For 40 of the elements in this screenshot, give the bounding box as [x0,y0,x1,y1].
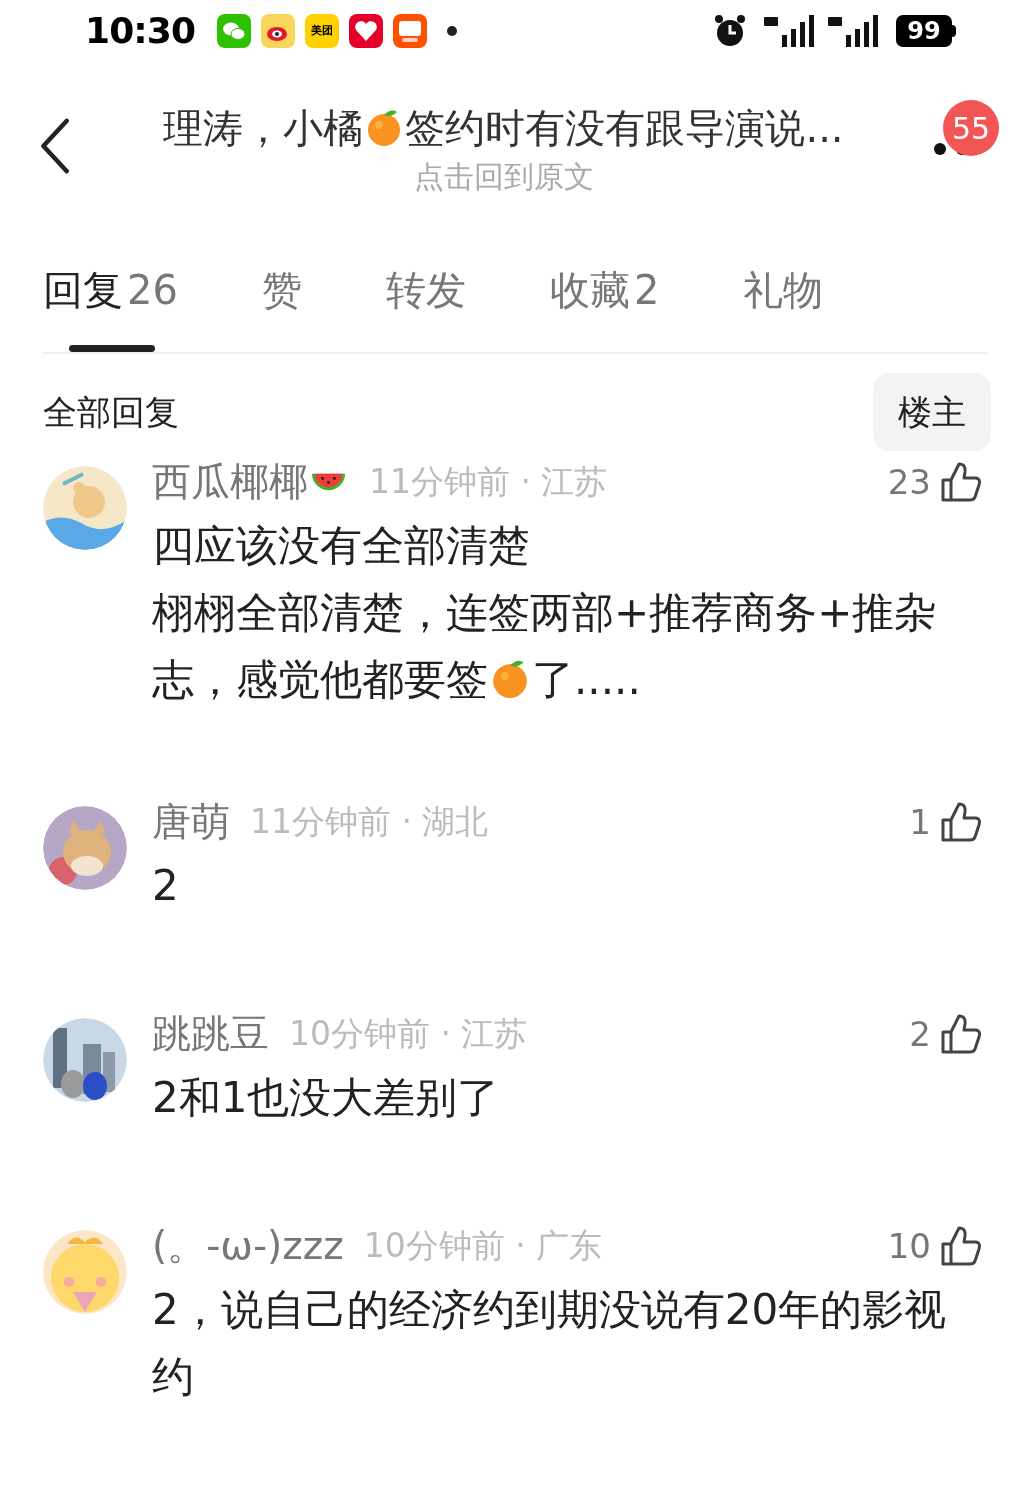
comment-meta: 11分钟前 · 江苏 [369,461,608,504]
shopping-app-icon [393,14,428,48]
tab[interactable]: 转发 [385,258,466,352]
comment-text: 2 [152,860,180,912]
back-to-post-link[interactable]: 点击回到原文 [413,154,594,199]
dot-icon [447,26,458,36]
thumbs-up-icon[interactable] [939,800,983,844]
tab[interactable]: 礼物 [743,258,824,352]
clock-time: 10:30 [85,9,196,53]
like-count: 2 [909,1012,931,1056]
post-title[interactable]: 理涛，小橘 签约时有没有跟导演说... [163,102,844,154]
comment-meta: 10分钟前 · 广东 [363,1225,603,1268]
app-icon: 美团 [305,14,340,48]
heart-app-icon [349,14,384,48]
section-heading: 全部回复 [43,390,179,434]
user-name[interactable]: 西瓜椰椰 [152,452,349,512]
user-name[interactable]: 跳跳豆 [152,1004,269,1064]
like-count: 23 [887,460,931,504]
tab[interactable]: 赞 [261,258,302,352]
eye-app-icon [261,14,296,48]
thumbs-up-icon[interactable] [939,1224,983,1268]
alarm-icon [712,13,748,49]
comment-meta: 10分钟前 · 江苏 [289,1013,528,1056]
tab[interactable]: 回复 26 [43,258,178,352]
comment-text: 四应该没有全部清楚 [152,520,531,572]
thumbs-up-icon[interactable] [939,1012,983,1056]
user-name[interactable]: (。-ω-)zzz [152,1216,344,1276]
comment-text: 栩栩全部清楚，连签两部+推荐商务+推杂志，感觉他都要签 了..... [152,587,938,706]
comment-text: 2和1也没大差别了 [152,1072,501,1124]
notification-badge: 55 [943,100,999,156]
user-name[interactable]: 唐萌 [152,792,230,852]
author-filter-button[interactable]: 楼主 [873,373,991,451]
comment-text: 2，说自己的经济约到期没说有20年的影视约 [152,1284,948,1403]
chat-app-icon [217,14,252,48]
like-count: 1 [909,800,931,844]
tab[interactable]: 收藏2 [549,258,660,352]
thumbs-up-icon[interactable] [939,460,983,504]
like-count: 10 [887,1224,931,1268]
comment-meta: 11分钟前 · 湖北 [250,801,489,844]
battery-level: 99 [896,15,952,47]
